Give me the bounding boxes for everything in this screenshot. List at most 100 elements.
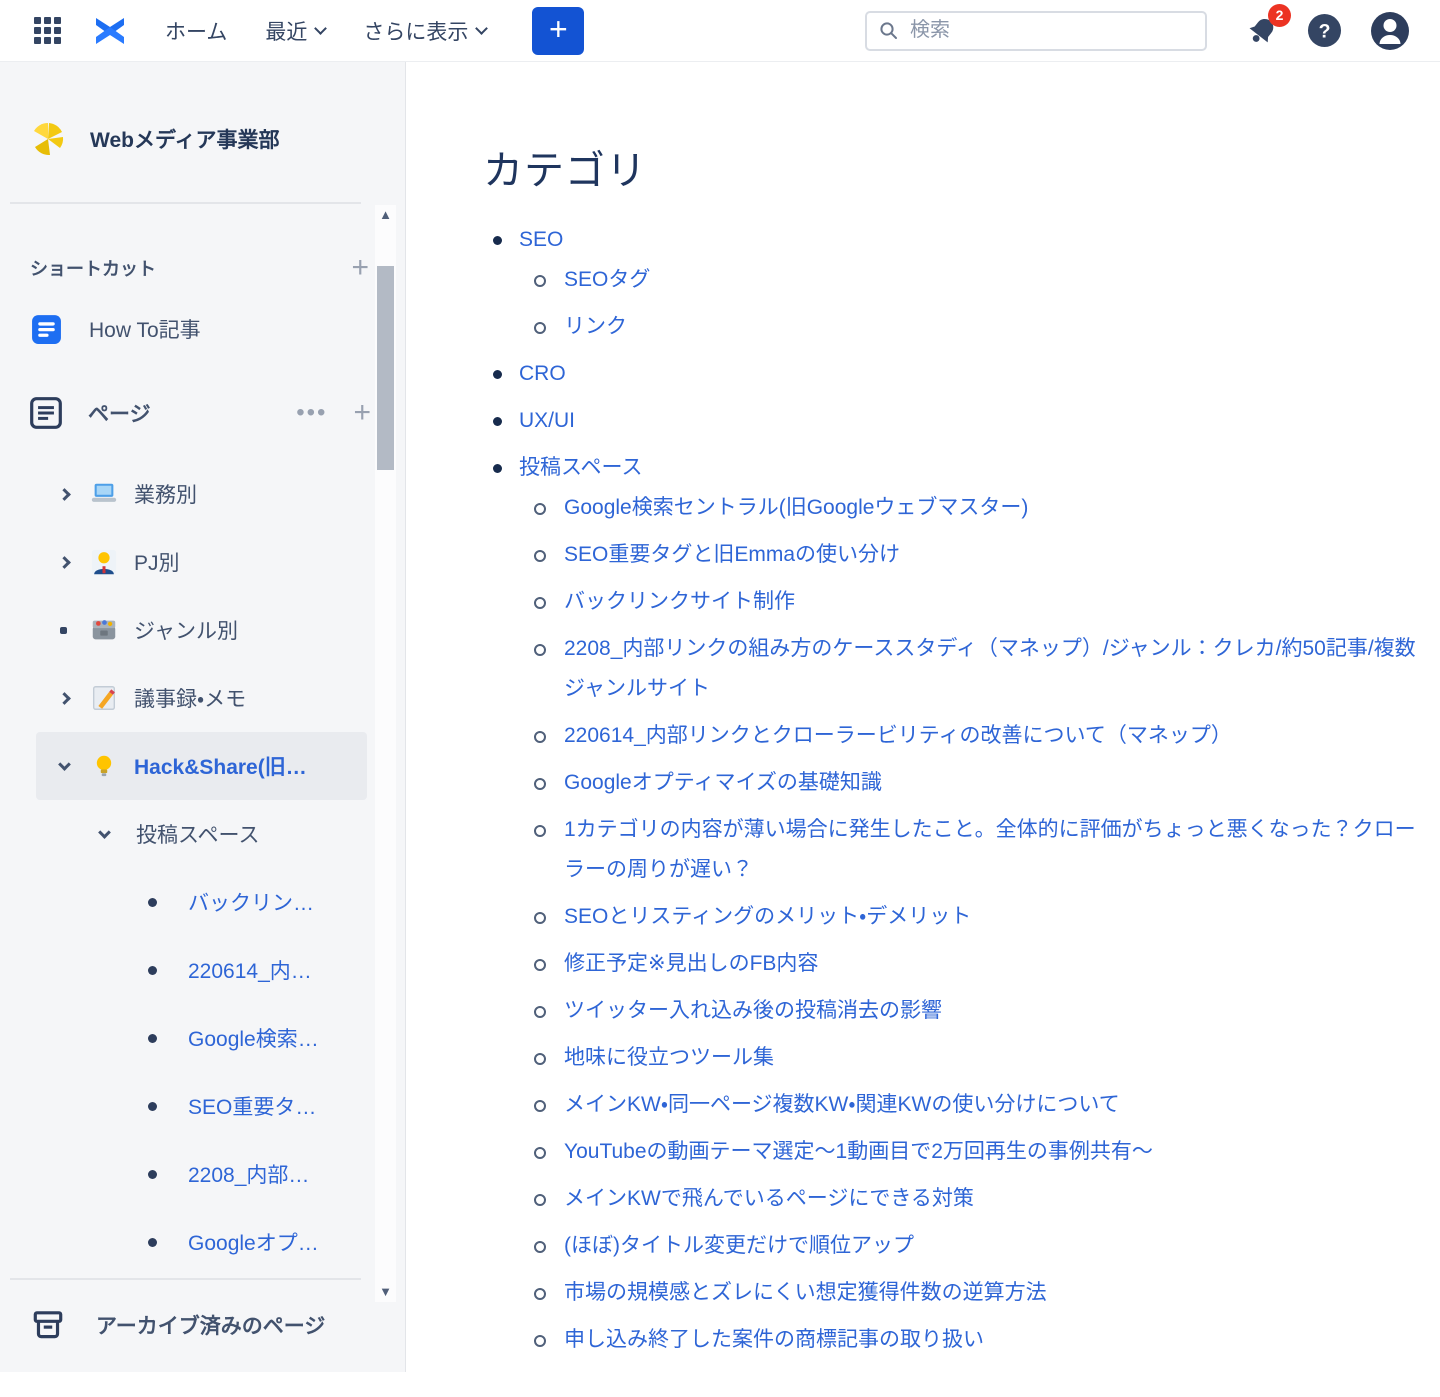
page-link[interactable]: Google検索セントラル(旧Googleウェブマスター) (564, 496, 1028, 519)
confluence-logo[interactable] (91, 15, 129, 47)
category-link[interactable]: 投稿スペース (519, 456, 642, 479)
person-bulb-icon (88, 547, 120, 577)
tree-item-label: SEO重要タ… (188, 1096, 317, 1119)
tree-item-label: PJ別 (134, 552, 180, 575)
tree-item[interactable]: PJ別 (0, 528, 405, 596)
page-link[interactable]: バックリンクサイト制作 (564, 590, 795, 613)
memo-icon (88, 683, 120, 713)
chevron-right-icon[interactable] (58, 691, 80, 705)
page-tree: 業務別 PJ別ジャンル別議事録・メモ Hack&Share(旧… 投稿スペースバックリ… (0, 460, 405, 1276)
topbar-nav: ホーム 最近 さらに表示 (165, 16, 489, 46)
chevron-right-icon[interactable] (58, 487, 80, 501)
category-subitem: SEO重要タグと旧Emmaの使い分け (534, 535, 1426, 575)
tree-item-label: バックリン… (188, 892, 314, 915)
search-box[interactable] (865, 10, 1207, 51)
tree-item[interactable]: 投稿スペース (0, 800, 405, 868)
tree-item-label: ジャンル別 (134, 620, 238, 643)
tree-item-label: Hack&Share(旧… (134, 756, 307, 779)
tree-item[interactable]: Google検索… (0, 1004, 405, 1072)
page-link[interactable]: SEOタグ (564, 268, 650, 291)
topnav-item-label: 最近 (265, 20, 308, 44)
create-button[interactable]: + (532, 6, 585, 55)
tree-item[interactable]: バックリン… (0, 868, 405, 936)
search-input[interactable] (908, 18, 1193, 43)
chevron-right-icon[interactable] (58, 555, 80, 569)
scroll-down-icon[interactable]: ▼ (375, 1282, 396, 1302)
category-item: CRO (493, 354, 1426, 394)
category-subitem: 地味に役立つツール集 (534, 1038, 1426, 1078)
category-list: SEO SEOタグリンク CRO UX/UI 投稿スペース Google検索セントラル(旧… (483, 220, 1426, 1360)
tree-item[interactable]: SEO重要タ… (0, 1072, 405, 1140)
chevron-down-icon (475, 22, 489, 35)
pages-header[interactable]: ページ ••• + (0, 378, 405, 448)
bullet-icon (148, 1101, 168, 1111)
tree-item[interactable]: ジャンル別 (0, 596, 405, 664)
svg-text:?: ? (1319, 20, 1331, 42)
sidebar-divider (10, 202, 361, 204)
tree-item[interactable]: 議事録・メモ (0, 664, 405, 732)
notifications-button[interactable]: 2 (1245, 3, 1291, 48)
category-subitem: ツイッター入れ込み後の投稿消去の影響 (534, 991, 1426, 1031)
topnav-item-0[interactable]: ホーム (165, 16, 227, 46)
tree-item[interactable]: 2208_内部… (0, 1140, 405, 1208)
pages-outline-icon (30, 397, 62, 429)
page-link[interactable]: 1カテゴリの内容が薄い場合に発生したこと。全体的に評価がちょっと悪くなった？クロ… (564, 818, 1416, 881)
chevron-down-icon[interactable] (98, 825, 120, 839)
page-link[interactable]: 地味に役立つツール集 (564, 1046, 774, 1069)
help-button[interactable]: ? (1307, 13, 1342, 48)
topnav-item-1[interactable]: 最近 (265, 16, 328, 46)
page-link[interactable]: (ほぼ)タイトル変更だけで順位アップ (564, 1234, 914, 1257)
category-subitem: 1カテゴリの内容が薄い場合に発生したこと。全体的に評価がちょっと悪くなった？クロ… (534, 810, 1426, 890)
space-header[interactable]: Webメディア事業部 (0, 62, 405, 202)
chevron-down-icon[interactable] (58, 757, 80, 771)
chevron-down-icon (314, 22, 328, 35)
tree-item-label: Google検索… (188, 1028, 319, 1051)
page-link[interactable]: 修正予定※見出しのFB内容 (564, 952, 818, 975)
tree-item-label: 2208_内部… (188, 1164, 310, 1187)
sidebar-scrollbar[interactable]: ▲ ▼ (375, 205, 396, 1302)
page-link[interactable]: 2208_内部リンクの組み方のケーススタディ（マネップ）/ジャンル：クレカ/約5… (564, 637, 1416, 700)
category-link[interactable]: SEO (519, 228, 563, 251)
category-subitem: リンク (534, 307, 1426, 347)
category-link[interactable]: CRO (519, 362, 566, 385)
pages-more-icon[interactable]: ••• (296, 399, 327, 427)
profile-icon (1371, 11, 1409, 50)
page-link[interactable]: SEOとリスティングのメリット・デメリット (564, 905, 971, 928)
app-grid-icon[interactable] (34, 17, 61, 44)
category-subitem: メインKWで飛んでいるページにできる対策 (534, 1179, 1426, 1219)
add-shortcut-button[interactable]: + (351, 253, 369, 283)
category-link[interactable]: UX/UI (519, 409, 575, 432)
profile-button[interactable] (1370, 11, 1410, 51)
tree-item-label: 220614_内… (188, 960, 312, 983)
scroll-up-icon[interactable]: ▲ (375, 205, 396, 225)
bullet-icon (148, 1033, 168, 1043)
page-link[interactable]: メインKWで飛んでいるページにできる対策 (564, 1187, 974, 1210)
tree-item[interactable]: 220614_内… (0, 936, 405, 1004)
tree-item[interactable]: Hack&Share(旧… (36, 732, 367, 800)
page-link[interactable]: 市場の規模感とズレにくい想定獲得件数の逆算方法 (564, 1281, 1047, 1304)
genre-box-icon (88, 615, 120, 645)
page-link[interactable]: YouTubeの動画テーマ選定〜1動画目で2万回再生の事例共有〜 (564, 1140, 1153, 1163)
tree-item[interactable]: Googleオプ… (0, 1208, 405, 1276)
page-link[interactable]: 220614_内部リンクとクローラービリティの改善について（マネップ） (564, 724, 1232, 747)
page-title: カテゴリ (483, 149, 647, 193)
page-link[interactable]: ツイッター入れ込み後の投稿消去の影響 (564, 999, 942, 1022)
bullet-icon (148, 965, 168, 975)
archived-pages-item[interactable]: アーカイブ済みのページ (0, 1294, 405, 1356)
page-link[interactable]: メインKW・同一ページ複数KW・関連KWの使い分けについて (564, 1093, 1120, 1116)
category-item: SEO SEOタグリンク (493, 220, 1426, 347)
tree-item[interactable]: 業務別 (0, 460, 405, 528)
category-subitem: 2208_内部リンクの組み方のケーススタディ（マネップ）/ジャンル：クレカ/約5… (534, 629, 1426, 709)
space-name: Webメディア事業部 (90, 129, 280, 152)
page-blue-icon (32, 314, 61, 344)
topnav-item-2[interactable]: さらに表示 (363, 16, 489, 46)
shortcut-item-howto[interactable]: How To記事 (0, 296, 405, 362)
page-link[interactable]: Googleオプティマイズの基礎知識 (564, 771, 882, 794)
page-content: カテゴリ SEO SEOタグリンク CRO UX/UI 投稿スペース Google検索セン… (407, 62, 1440, 1397)
bullet-icon (148, 1169, 168, 1179)
page-link[interactable]: SEO重要タグと旧Emmaの使い分け (564, 543, 900, 566)
scrollbar-thumb[interactable] (377, 266, 394, 470)
add-page-button[interactable]: + (353, 398, 371, 428)
page-link[interactable]: 申し込み終了した案件の商標記事の取り扱い (564, 1328, 984, 1351)
page-link[interactable]: リンク (564, 315, 627, 338)
